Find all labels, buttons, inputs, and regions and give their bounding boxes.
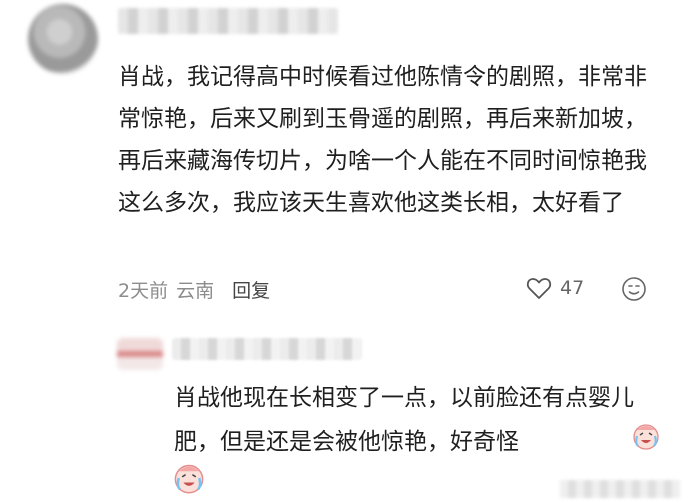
comment-meta: 2天前 云南 回复 — [118, 274, 278, 304]
comment-avatar[interactable] — [28, 4, 98, 74]
comment-location: 云南 — [176, 279, 215, 302]
watermark-blurred — [560, 480, 680, 498]
comment-text: 肖战，我记得高中时候看过他陈情令的剧照，非常非常惊艳，后来又刷到玉骨遥的剧照，再… — [118, 64, 647, 216]
comment-username-blurred[interactable] — [118, 8, 338, 34]
reply-avatar[interactable] — [117, 338, 163, 370]
like-count: 47 — [560, 277, 585, 299]
smiley-icon[interactable] — [621, 276, 647, 302]
heart-outline-icon — [526, 278, 552, 299]
like-button[interactable]: 47 — [526, 276, 584, 300]
comment-time: 2天前 — [118, 279, 169, 302]
crying-laugh-sticker — [633, 424, 659, 450]
reply-text: 肖战他现在长相变了一点，以前脸还有点婴儿肥，但是还是会被他惊艳，好奇怪 — [174, 385, 634, 455]
reply-button[interactable]: 回复 — [232, 276, 270, 303]
crying-laugh-sticker — [174, 464, 204, 494]
reply-username-blurred[interactable] — [172, 338, 362, 360]
